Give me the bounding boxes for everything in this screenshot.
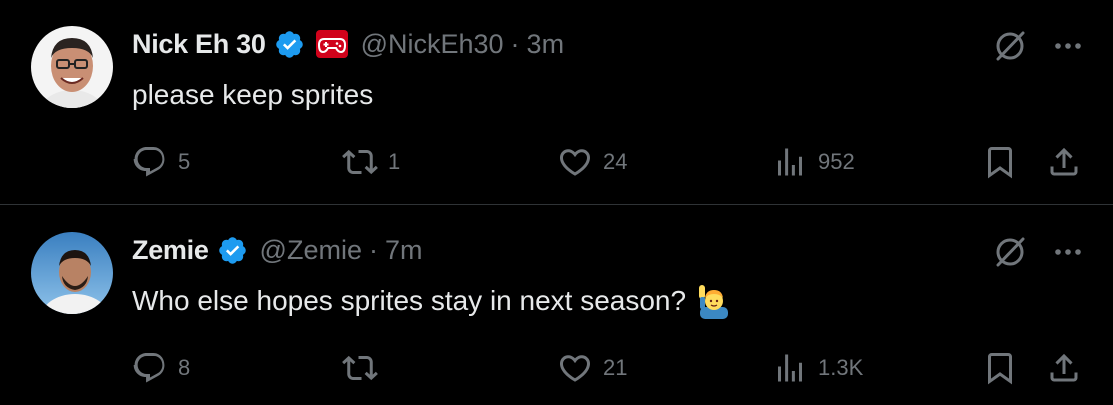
reply-button[interactable]: 8 — [132, 346, 190, 390]
tweet-header: Zemie @Zemie · 7m — [132, 230, 423, 270]
retweet-button[interactable] — [342, 346, 388, 390]
separator-dot: · — [510, 28, 520, 59]
share-icon — [1050, 147, 1078, 176]
share-button[interactable] — [1046, 346, 1082, 390]
share-icon — [1050, 353, 1078, 382]
reply-button[interactable]: 5 — [132, 140, 190, 184]
heart-icon — [559, 355, 591, 382]
tweet-body: please keep sprites — [132, 79, 374, 110]
tweet-body: Who else hopes sprites stay in next seas… — [132, 285, 687, 316]
reply-icon — [133, 353, 165, 383]
tweet-2[interactable]: Zemie @Zemie · 7m Who else hopes sprites… — [0, 206, 1113, 405]
red-gamepad-badge-icon[interactable] — [315, 29, 349, 59]
user-handle[interactable]: @Zemie — [260, 235, 362, 266]
more-options-icon[interactable] — [1048, 26, 1088, 66]
retweet-button[interactable]: 1 — [342, 140, 400, 184]
like-count: 24 — [603, 149, 628, 174]
grok-icon[interactable] — [990, 232, 1030, 272]
retweet-icon — [342, 355, 378, 381]
verified-badge-icon — [274, 29, 305, 60]
display-name[interactable]: Nick Eh 30 — [132, 29, 266, 60]
avatar[interactable] — [31, 26, 113, 108]
reply-count: 8 — [178, 355, 191, 380]
action-bar: 5 1 24 952 — [0, 140, 1113, 184]
retweet-count: 1 — [388, 149, 401, 174]
bookmark-icon — [988, 353, 1012, 385]
verified-badge-icon — [217, 235, 248, 266]
view-count: 952 — [818, 149, 855, 174]
like-count: 21 — [603, 355, 628, 380]
avatar[interactable] — [31, 232, 113, 314]
raising-hand-emoji-icon — [696, 283, 732, 319]
like-button[interactable]: 24 — [557, 140, 627, 184]
reply-count: 5 — [178, 149, 191, 174]
timestamp[interactable]: 3m — [527, 29, 565, 60]
reply-icon — [133, 147, 165, 177]
view-count: 1.3K — [818, 355, 864, 380]
more-options-icon[interactable] — [1048, 232, 1088, 272]
analytics-icon — [778, 148, 802, 176]
bookmark-button[interactable] — [982, 140, 1018, 184]
tweet-text: Who else hopes sprites stay in next seas… — [132, 280, 732, 322]
tweet-header: Nick Eh 30 @NickEh30 · 3m — [132, 24, 564, 64]
user-handle[interactable]: @NickEh30 — [361, 29, 504, 60]
analytics-icon — [778, 354, 802, 382]
timestamp[interactable]: 7m — [385, 235, 423, 266]
share-button[interactable] — [1046, 140, 1082, 184]
bookmark-icon — [988, 147, 1012, 179]
grok-icon[interactable] — [990, 26, 1030, 66]
views-button[interactable]: 952 — [772, 140, 855, 184]
action-bar: 8 21 1.3K — [0, 346, 1113, 390]
retweet-icon — [342, 149, 378, 175]
bookmark-button[interactable] — [982, 346, 1018, 390]
heart-icon — [559, 149, 591, 176]
tweet-1[interactable]: Nick Eh 30 @NickEh30 · 3m please keep sp… — [0, 0, 1113, 205]
like-button[interactable]: 21 — [557, 346, 627, 390]
views-button[interactable]: 1.3K — [772, 346, 863, 390]
separator-dot: · — [368, 234, 378, 265]
tweet-text: please keep sprites — [132, 74, 373, 116]
display-name[interactable]: Zemie — [132, 235, 209, 266]
